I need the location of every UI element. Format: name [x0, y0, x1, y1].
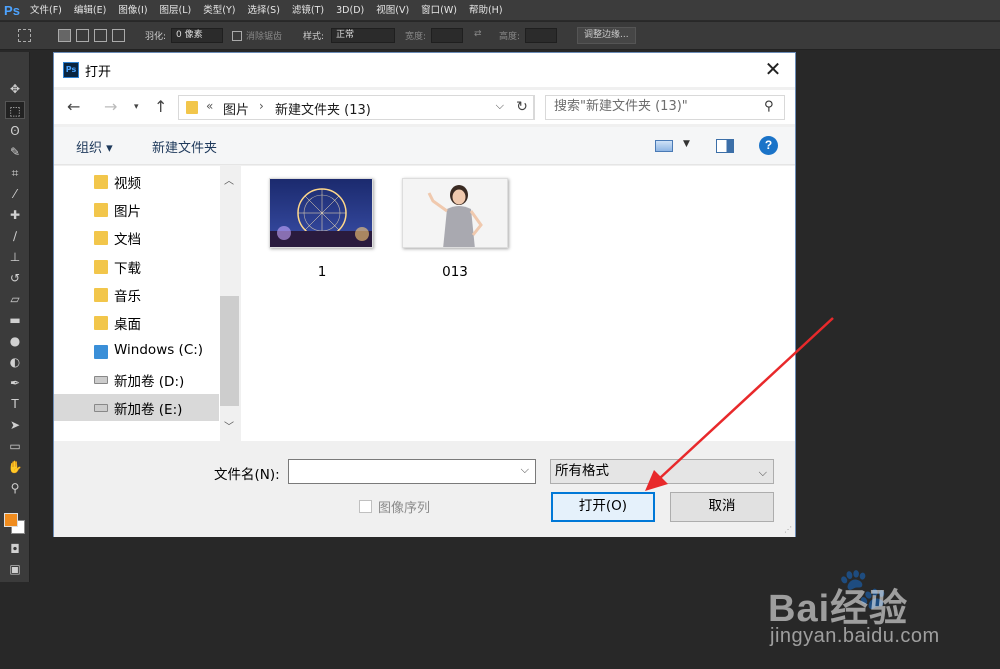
- watermark-url: jingyan.baidu.com: [770, 625, 940, 647]
- foreground-color-swatch[interactable]: [4, 513, 18, 527]
- watermark-main: Bai经验: [768, 588, 909, 630]
- baidu-watermark: 🐾 Bai经验 jingyan.baidu.com: [768, 565, 993, 660]
